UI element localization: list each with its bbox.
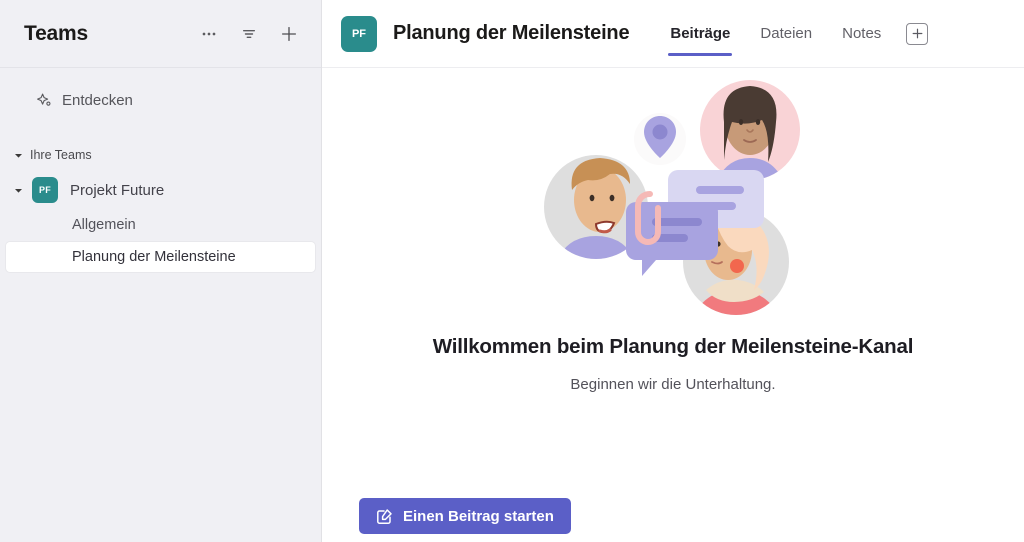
- tab-label: Beiträge: [670, 25, 731, 42]
- sidebar-nav: Entdecken Ihre Teams PF Projekt Future A…: [0, 68, 321, 272]
- welcome-illustration: [538, 72, 808, 327]
- sidebar-actions: [193, 18, 305, 50]
- sidebar-channel-planung-der-meilensteine[interactable]: Planung der Meilensteine: [6, 242, 315, 272]
- team-name-label: Projekt Future: [70, 181, 165, 199]
- tab-label: Dateien: [760, 25, 813, 42]
- start-post-label: Einen Beitrag starten: [403, 507, 554, 525]
- chevron-down-icon[interactable]: [10, 182, 26, 198]
- sidebar-item-label: Entdecken: [62, 91, 133, 109]
- channel-title: Planung der Meilensteine: [393, 22, 630, 44]
- filter-icon: [243, 29, 255, 38]
- team-avatar: PF: [32, 177, 58, 203]
- main-content: PF Planung der Meilensteine Beiträge Dat…: [322, 0, 1024, 542]
- start-post-button[interactable]: Einen Beitrag starten: [359, 498, 571, 534]
- sidebar-header: Teams: [0, 0, 321, 68]
- tab-beitraege[interactable]: Beiträge: [655, 0, 745, 68]
- add-team-button[interactable]: [273, 18, 305, 50]
- teams-sidebar: Teams Entdecken Ihre Teams PF Projekt Fu…: [0, 0, 322, 542]
- sidebar-channel-allgemein[interactable]: Allgemein: [6, 210, 315, 240]
- channel-avatar: PF: [341, 15, 377, 52]
- tab-notes[interactable]: Notes: [827, 0, 896, 68]
- teams-app: Teams Entdecken Ihre Teams PF Projekt Fu…: [0, 0, 1024, 542]
- channel-label: Allgemein: [72, 217, 136, 233]
- compose-icon: [376, 508, 393, 525]
- welcome-heading: Willkommen beim Planung der Meilensteine…: [432, 335, 914, 358]
- plus-icon: [282, 26, 296, 41]
- more-options-button[interactable]: [193, 18, 225, 50]
- page-title: Teams: [24, 21, 88, 45]
- filter-button[interactable]: [233, 18, 265, 50]
- tab-dateien[interactable]: Dateien: [745, 0, 827, 68]
- chevron-down-icon: [10, 147, 26, 163]
- sidebar-group-your-teams[interactable]: Ihre Teams: [0, 142, 321, 168]
- more-options-icon: [202, 32, 216, 35]
- sidebar-team-projekt-future[interactable]: PF Projekt Future: [0, 172, 321, 208]
- plus-icon: [912, 28, 923, 39]
- channel-label: Planung der Meilensteine: [72, 249, 236, 265]
- add-tab-button[interactable]: [906, 22, 929, 45]
- people-chat-illustration: [544, 80, 800, 315]
- channel-header: PF Planung der Meilensteine Beiträge Dat…: [322, 0, 1024, 68]
- channel-empty-state: Willkommen beim Planung der Meilensteine…: [322, 68, 1024, 542]
- sidebar-item-discover[interactable]: Entdecken: [0, 82, 321, 118]
- welcome-subtitle: Beginnen wir die Unterhaltung.: [570, 376, 776, 393]
- channel-tabs: Beiträge Dateien Notes: [655, 0, 929, 68]
- tab-label: Notes: [842, 25, 882, 42]
- sparkle-icon: [36, 92, 62, 109]
- group-label: Ihre Teams: [30, 148, 92, 162]
